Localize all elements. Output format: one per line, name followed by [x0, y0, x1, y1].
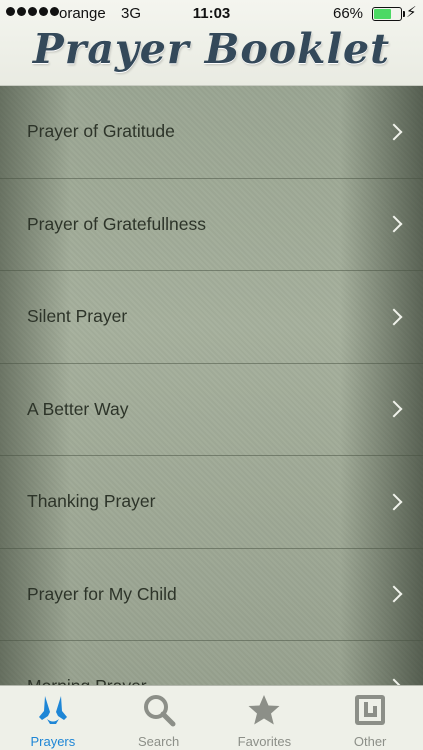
star-icon [212, 692, 318, 728]
chevron-right-icon [385, 308, 403, 326]
status-bar: orange 3G 11:03 66% ⚡ [0, 0, 423, 28]
list-item[interactable]: Prayer for My Child [0, 549, 423, 641]
charging-bolt-icon: ⚡ [406, 4, 417, 21]
tab-label: Other [353, 734, 387, 749]
chevron-right-icon [385, 215, 403, 233]
tab-bar: Prayers Search Favorites Other [0, 685, 423, 750]
list-item-label: Silent Prayer [27, 306, 128, 327]
tab-other[interactable]: Other [317, 686, 423, 750]
other-app-icon [317, 692, 423, 728]
tab-favorites[interactable]: Favorites [212, 686, 318, 750]
list-item[interactable]: Thanking Prayer [0, 456, 423, 549]
tab-label: Prayers [30, 734, 76, 749]
list-item[interactable]: A Better Way [0, 364, 423, 456]
list-item-label: A Better Way [27, 398, 129, 419]
chevron-right-icon [385, 585, 403, 603]
list-item-label: Thanking Prayer [27, 491, 156, 512]
list-item[interactable]: Prayer of Gratitude [0, 86, 423, 179]
page-title: Prayer Booklet [32, 25, 391, 73]
list-item-label: Prayer for My Child [27, 583, 177, 604]
battery-percent: 66% [333, 5, 364, 22]
top-bar: orange 3G 11:03 66% ⚡ Prayer Booklet [0, 0, 423, 86]
tab-prayers[interactable]: Prayers [0, 686, 106, 750]
chevron-right-icon [385, 400, 403, 418]
list-item[interactable]: Prayer of Gratefullness [0, 179, 423, 271]
battery-icon [372, 7, 405, 21]
chevron-right-icon [385, 123, 403, 141]
list-item[interactable]: Morning Prayer [0, 641, 423, 685]
list-item-label: Prayer of Gratefullness [27, 213, 206, 234]
praying-hands-icon [0, 692, 106, 728]
search-icon [106, 692, 212, 728]
list-item-label: Prayer of Gratitude [27, 121, 175, 142]
tab-search[interactable]: Search [106, 686, 212, 750]
tab-label: Favorites [237, 734, 292, 749]
list-item[interactable]: Silent Prayer [0, 271, 423, 364]
chevron-right-icon [385, 678, 403, 685]
tab-label: Search [138, 734, 180, 749]
prayer-list[interactable]: Prayer of Gratitude Prayer of Gratefulln… [0, 86, 423, 685]
list-item-label: Morning Prayer [27, 676, 147, 685]
chevron-right-icon [385, 493, 403, 511]
